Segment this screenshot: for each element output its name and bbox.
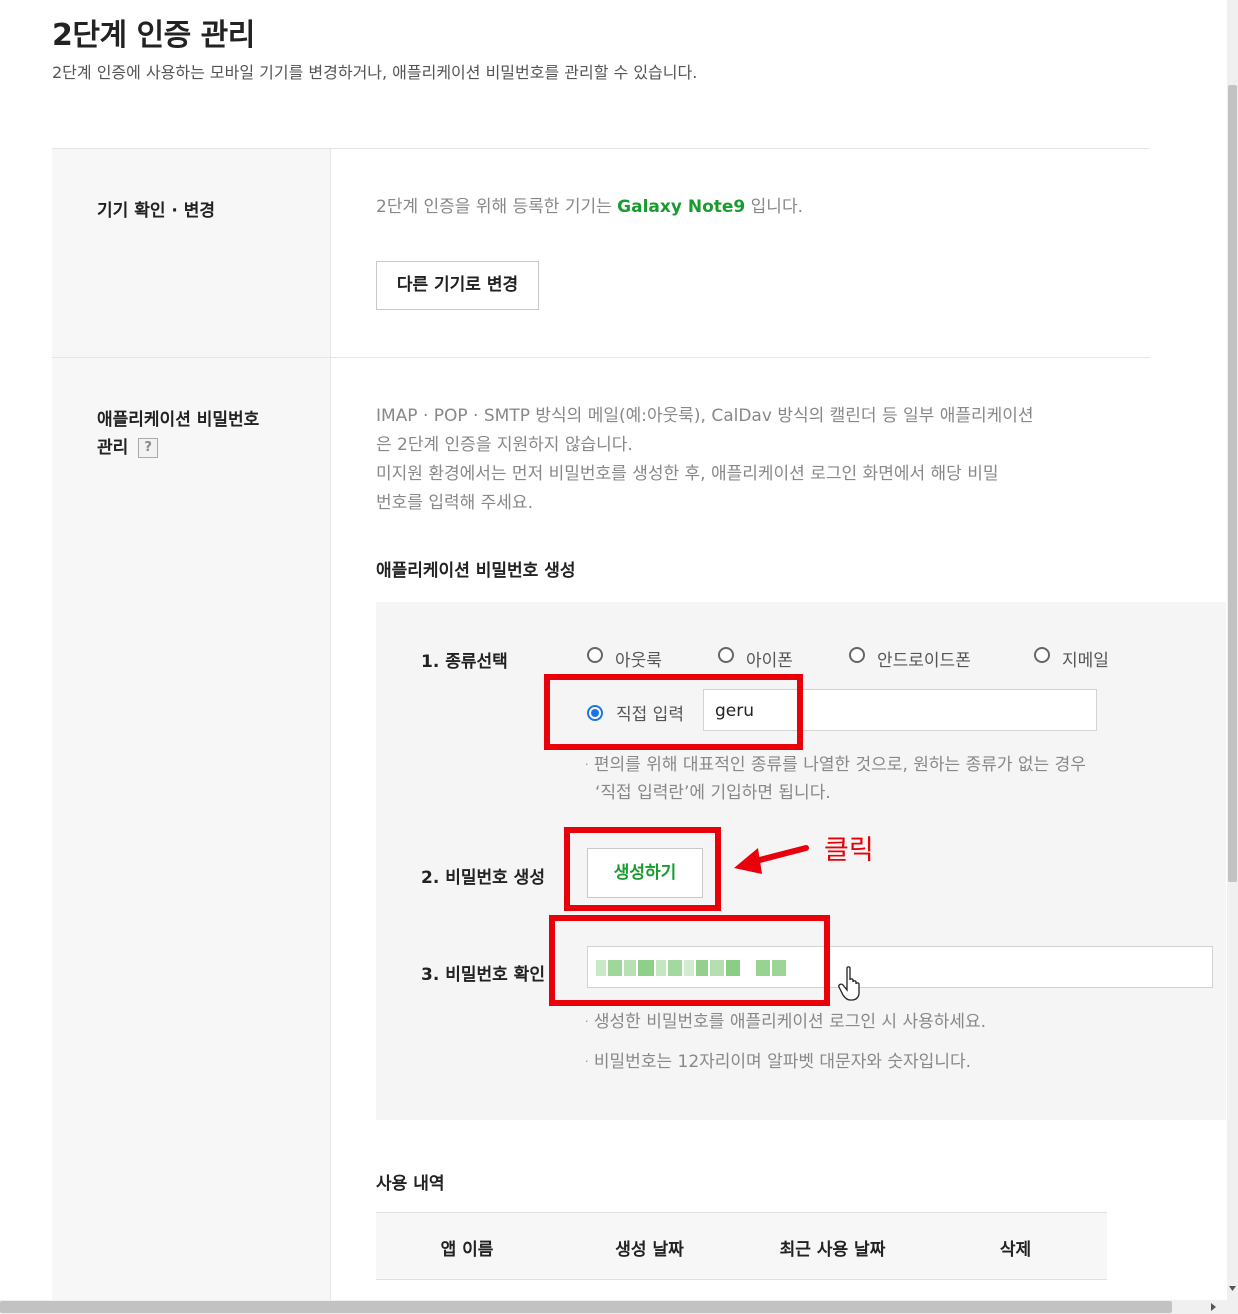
device-info-prefix: 2단계 인증을 위해 등록한 기기는 (376, 197, 612, 217)
device-name: Galaxy Note9 (617, 197, 746, 217)
left-column (52, 149, 330, 1300)
desc-line-1: IMAP · POP · SMTP 방식의 메일(예:아웃룩), CalDav … (376, 406, 1034, 426)
radio-android[interactable] (849, 647, 865, 663)
radio-iphone-label[interactable]: 아이폰 (746, 646, 793, 671)
section-divider-middle (52, 357, 1150, 358)
desc-line-4: 번호를 입력해 주세요. (376, 493, 533, 513)
device-info-suffix: 입니다. (750, 197, 803, 217)
desc-line-3: 미지원 환경에서는 먼저 비밀번호를 생성한 후, 애플리케이션 로그인 화면에… (376, 464, 999, 484)
step1-note-line2: ‘직접 입력란’에 기입하면 됩니다. (595, 783, 831, 803)
scroll-down-arrow-icon[interactable] (1229, 1286, 1236, 1292)
radio-gmail-label[interactable]: 지메일 (1062, 646, 1109, 671)
app-password-label: 애플리케이션 비밀번호 관리 ? (97, 406, 259, 462)
radio-iphone[interactable] (718, 647, 734, 663)
column-created-date: 생성 날짜 (615, 1240, 684, 1260)
desc-line-2: 은 2단계 인증을 지원하지 않습니다. (376, 435, 633, 455)
scroll-right-arrow-icon[interactable] (1211, 1303, 1217, 1311)
vertical-scrollbar[interactable] (1227, 0, 1238, 1300)
generate-title: 애플리케이션 비밀번호 생성 (376, 561, 576, 581)
hand-cursor-icon (838, 966, 860, 1001)
step3-label: 3. 비밀번호 확인 (421, 965, 545, 985)
horizontal-scroll-thumb[interactable] (0, 1301, 1172, 1313)
change-device-button[interactable]: 다른 기기로 변경 (376, 261, 539, 310)
column-divider (330, 149, 331, 1300)
highlight-box-password (549, 915, 830, 1006)
app-password-description: IMAP · POP · SMTP 방식의 메일(예:아웃룩), CalDav … (376, 402, 1136, 518)
step3-note-format: · 비밀번호는 12자리이며 알파벳 대문자와 숫자입니다. (585, 1052, 971, 1072)
horizontal-scrollbar[interactable] (0, 1300, 1238, 1314)
step2-label: 2. 비밀번호 생성 (421, 868, 545, 888)
step1-label: 1. 종류선택 (421, 652, 508, 672)
annotation-click-text: 클릭 (824, 835, 874, 866)
usage-table-bottom-border (376, 1279, 1107, 1280)
page-description: 2단계 인증에 사용하는 모바일 기기를 변경하거나, 애플리케이션 비밀번호를… (52, 63, 698, 82)
column-last-used-date: 최근 사용 날짜 (779, 1240, 886, 1260)
device-section-label: 기기 확인 · 변경 (97, 201, 216, 221)
help-icon[interactable]: ? (138, 438, 159, 458)
device-info: 2단계 인증을 위해 등록한 기기는 Galaxy Note9 입니다. (376, 193, 803, 222)
column-delete: 삭제 (999, 1240, 1032, 1260)
highlight-box-generate (564, 827, 721, 911)
column-app-name: 앱 이름 (440, 1240, 494, 1260)
step1-note: · 편의를 위해 대표적인 종류를 나열한 것으로, 원하는 종류가 없는 경우… (585, 751, 1185, 807)
radio-outlook[interactable] (587, 647, 603, 663)
radio-android-label[interactable]: 안드로이드폰 (877, 646, 971, 671)
page-title: 2단계 인증 관리 (52, 18, 255, 53)
usage-history-title: 사용 내역 (376, 1174, 445, 1194)
vertical-scroll-thumb[interactable] (1228, 85, 1237, 882)
radio-outlook-label[interactable]: 아웃룩 (615, 646, 662, 671)
step3-note-use: · 생성한 비밀번호를 애플리케이션 로그인 시 사용하세요. (585, 1012, 987, 1032)
app-password-label-line2: 관리 ? (97, 434, 259, 462)
annotation-arrow-icon (734, 845, 809, 874)
highlight-box-direct-input (544, 674, 803, 750)
step1-note-line1: 편의를 위해 대표적인 종류를 나열한 것으로, 원하는 종류가 없는 경우 (593, 755, 1086, 775)
app-password-label-line1: 애플리케이션 비밀번호 (97, 410, 260, 430)
radio-gmail[interactable] (1034, 647, 1050, 663)
